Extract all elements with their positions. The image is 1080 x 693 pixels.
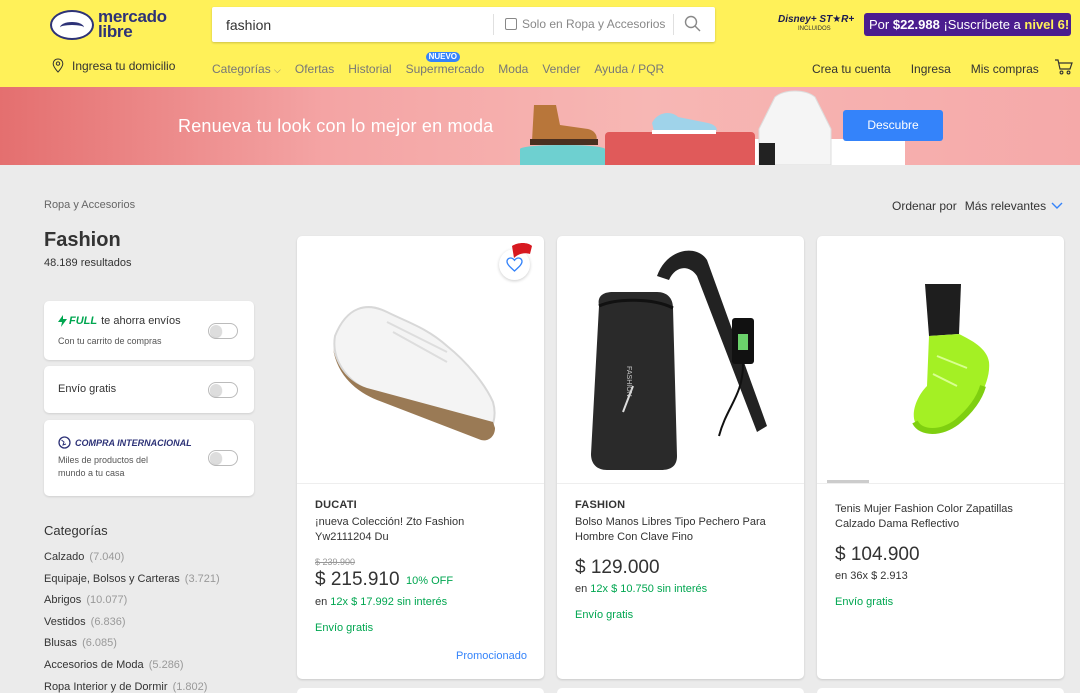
my-purchases-link[interactable]: Mis compras	[971, 62, 1039, 76]
globe-icon	[58, 436, 71, 449]
lightning-icon	[58, 315, 67, 327]
product-shipping: Envío gratis	[835, 596, 894, 608]
product-title[interactable]: Bolso Manos Libres Tipo Pechero Para Hom…	[575, 515, 790, 545]
full-filter-sub: Con tu carrito de compras	[58, 336, 162, 346]
search-category-filter[interactable]: Solo en Ropa y Accesorios	[505, 17, 665, 31]
category-item[interactable]: Vestidos (6.836)	[44, 613, 220, 635]
free-shipping-label: Envío gratis	[58, 383, 117, 395]
banner-pedestal	[520, 145, 605, 165]
disney-included: INCLUIDOS	[798, 26, 831, 32]
svg-text:FASHION: FASHION	[625, 366, 632, 397]
nav-ofertas[interactable]: Ofertas	[295, 62, 334, 76]
banner-text: Renueva tu look con lo mejor en moda	[178, 116, 494, 136]
discover-button[interactable]: Descubre	[843, 110, 943, 141]
category-item[interactable]: Accesorios de Moda (5.286)	[44, 656, 220, 678]
product-installments: en 12x $ 10.750 sin interés	[575, 583, 708, 595]
search-bar: Solo en Ropa y Accesorios	[212, 7, 715, 42]
product-price: $ 129.000	[575, 557, 660, 578]
nav-historial[interactable]: Historial	[348, 62, 391, 76]
category-filter-label: Solo en Ropa y Accesorios	[522, 17, 666, 31]
categories-heading: Categorías	[44, 523, 108, 538]
product-card[interactable]: Tenis Mujer Fashion Color Zapatillas Cal…	[817, 236, 1064, 679]
product-title[interactable]: ¡nueva Colección! Zto Fashion Yw2111204 …	[315, 515, 530, 545]
full-shipping-filter[interactable]: FULL te ahorra envíos Con tu carrito de …	[44, 301, 254, 360]
international-title: COMPRA INTERNACIONAL	[75, 437, 192, 448]
product-shipping: Envío gratis	[575, 609, 634, 621]
category-item[interactable]: Calzado (7.040)	[44, 548, 220, 570]
main-nav: Categorías ⌵ Ofertas Historial NUEVO Supe…	[212, 52, 678, 76]
product-price: $ 104.900	[835, 544, 920, 565]
mercadolibre-logo[interactable]: mercado libre	[50, 8, 170, 42]
nav-moda[interactable]: Moda	[498, 62, 528, 76]
search-icon[interactable]	[682, 13, 704, 35]
international-filter[interactable]: COMPRA INTERNACIONAL Miles de productos …	[44, 420, 254, 496]
full-toggle[interactable]	[208, 323, 238, 339]
international-sub-line2: mundo a tu casa	[58, 468, 125, 478]
full-filter-title: te ahorra envíos	[101, 315, 181, 327]
full-brand: FULL	[69, 315, 98, 327]
sort-dropdown[interactable]: Ordenar por Más relevantes	[892, 199, 1063, 213]
sort-label: Ordenar por	[892, 199, 957, 213]
nav-ayuda[interactable]: Ayuda / PQR	[594, 62, 664, 76]
product-card[interactable]: DUCATI ¡nueva Colección! Zto Fashion Yw2…	[297, 236, 544, 679]
product-image-chest-bag: FASHION	[591, 250, 767, 470]
product-title[interactable]: Tenis Mujer Fashion Color Zapatillas Cal…	[835, 502, 1050, 532]
user-nav: Crea tu cuenta Ingresa Mis compras	[812, 62, 1059, 76]
categories-list: Calzado (7.040) Equipaje, Bolsos y Carte…	[44, 548, 220, 693]
product-brand: DUCATI	[315, 499, 357, 511]
location-selector[interactable]: Ingresa tu domicilio	[52, 58, 175, 73]
nav-categorias[interactable]: Categorías ⌵	[212, 62, 281, 76]
location-pin-icon	[52, 58, 64, 73]
subscribe-level-button[interactable]: Por $22.988 ¡Suscríbete a nivel 6!	[864, 13, 1071, 36]
international-toggle[interactable]	[208, 450, 238, 466]
login-link[interactable]: Ingresa	[911, 62, 951, 76]
promoted-label: Promocionado	[456, 650, 527, 662]
handshake-icon	[50, 10, 94, 40]
nav-supermercado[interactable]: NUEVO Supermercado	[406, 52, 484, 76]
nuevo-badge: NUEVO	[425, 52, 461, 62]
search-divider	[673, 14, 674, 35]
product-installments: en 36x $ 2.913	[835, 570, 908, 582]
category-item[interactable]: Abrigos (10.077)	[44, 591, 220, 613]
product-card[interactable]: FASHION FASHION Bolso Manos Libres Tipo …	[557, 236, 804, 679]
disney-star-logo[interactable]: Disney+ ST★R+ INCLUIDOS	[778, 14, 858, 40]
create-account-link[interactable]: Crea tu cuenta	[812, 62, 891, 76]
product-price: $ 215.910	[315, 569, 400, 590]
product-discount: 10% OFF	[406, 575, 454, 587]
product-shipping: Envío gratis	[315, 622, 374, 634]
category-item[interactable]: Ropa Interior y de Dormir (1.802)	[44, 678, 220, 693]
product-installments: en 12x $ 17.992 sin interés	[315, 596, 448, 608]
boot-image	[530, 105, 598, 145]
search-divider	[493, 14, 494, 35]
cart-icon[interactable]	[1054, 58, 1074, 76]
sort-value: Más relevantes	[964, 199, 1047, 213]
category-item[interactable]: Blusas (6.085)	[44, 634, 220, 656]
category-checkbox[interactable]	[505, 18, 517, 30]
chevron-down-icon: ⌵	[274, 65, 281, 75]
product-image-neon-sneaker	[912, 284, 990, 434]
result-count: 48.189 resultados	[44, 257, 132, 269]
chevron-down-icon	[1051, 202, 1063, 209]
promo-banner[interactable]: Renueva tu look con lo mejor en moda Des…	[0, 87, 1080, 165]
international-sub-line1: Miles de productos del	[58, 455, 149, 465]
logo-line2: libre	[98, 22, 133, 41]
jacket-image	[758, 90, 832, 165]
header: mercado libre Solo en Ropa y Accesorios …	[0, 0, 1080, 87]
nav-vender[interactable]: Vender	[542, 62, 580, 76]
free-shipping-toggle[interactable]	[208, 382, 238, 398]
product-card-next-row	[297, 688, 544, 693]
disney-logo-text: Disney+ ST★R+	[778, 14, 855, 25]
ducati-logo-icon	[512, 243, 532, 258]
sneaker-image	[652, 113, 717, 134]
product-card-next-row	[557, 688, 804, 693]
search-input[interactable]	[212, 7, 492, 42]
page-title: Fashion	[44, 229, 121, 251]
free-shipping-filter[interactable]: Envío gratis	[44, 366, 254, 413]
product-card-next-row	[817, 688, 1064, 693]
category-item[interactable]: Equipaje, Bolsos y Carteras (3.721)	[44, 570, 220, 592]
product-old-price: $ 239.900	[315, 557, 356, 567]
breadcrumb[interactable]: Ropa y Accesorios	[44, 199, 135, 211]
location-label: Ingresa tu domicilio	[72, 58, 176, 73]
product-brand: FASHION	[575, 499, 626, 511]
